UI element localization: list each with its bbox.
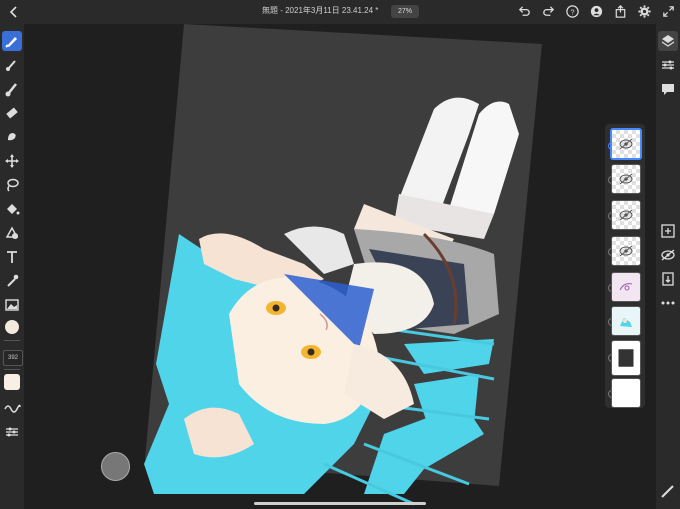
layer-thumbnail-background-white[interactable] — [611, 378, 641, 408]
brush-settings-wave-icon[interactable] — [2, 398, 22, 418]
more-options-icon[interactable] — [658, 293, 678, 313]
back-chevron-icon[interactable] — [6, 4, 22, 20]
layer-thumbnail[interactable] — [611, 164, 641, 194]
text-tool-icon[interactable] — [2, 247, 22, 267]
paint-brush-tool-icon[interactable] — [2, 31, 22, 51]
layer-thumbnail-color[interactable] — [611, 306, 641, 336]
hidden-eye-icon — [619, 245, 633, 257]
divider — [4, 340, 20, 341]
eraser-tool-icon[interactable] — [2, 103, 22, 123]
top-bar: 無題 - 2021年3月11日 23.41.24 * ⌄ 27% ? — [0, 0, 680, 24]
hidden-eye-icon — [619, 209, 633, 221]
ruler-icon[interactable] — [658, 482, 678, 502]
layer-thumbnail[interactable] — [610, 128, 642, 160]
brush-size-field[interactable]: 392 — [3, 350, 23, 366]
eyedropper-tool-icon[interactable] — [2, 271, 22, 291]
svg-text:?: ? — [570, 7, 574, 16]
account-icon[interactable] — [589, 4, 604, 19]
undo-icon[interactable] — [517, 4, 532, 19]
right-toolbar — [656, 24, 680, 509]
hidden-eye-icon — [619, 173, 633, 185]
help-icon[interactable]: ? — [565, 4, 580, 19]
hidden-eye-icon — [619, 138, 633, 150]
lasso-tool-icon[interactable] — [2, 175, 22, 195]
document-title[interactable]: 無題 - 2021年3月11日 23.41.24 * ⌄ — [262, 5, 397, 16]
zoom-level[interactable]: 27% — [391, 5, 419, 18]
divider — [4, 369, 20, 370]
hide-layer-eye-icon[interactable] — [658, 245, 678, 265]
layers-icon[interactable] — [658, 31, 678, 51]
layers-panel — [605, 124, 645, 408]
artwork-canvas[interactable] — [24, 24, 650, 509]
image-import-icon[interactable] — [2, 295, 22, 315]
layer-thumbnail-background-dark[interactable] — [611, 340, 641, 376]
add-layer-icon[interactable] — [658, 221, 678, 241]
layer-thumbnail[interactable] — [611, 200, 641, 230]
fullscreen-icon[interactable] — [661, 4, 676, 19]
fill-bucket-tool-icon[interactable] — [2, 199, 22, 219]
settings-gear-icon[interactable] — [637, 4, 652, 19]
live-brush-tool-icon[interactable] — [2, 79, 22, 99]
redo-icon[interactable] — [541, 4, 556, 19]
brush-options-icon[interactable] — [2, 422, 22, 442]
touch-shortcut-button[interactable] — [101, 452, 130, 481]
document-title-text: 無題 - 2021年3月11日 23.41.24 — [262, 6, 374, 15]
smudge-tool-icon[interactable] — [2, 127, 22, 147]
share-icon[interactable] — [613, 4, 628, 19]
merge-layer-icon[interactable] — [658, 269, 678, 289]
pixel-brush-tool-icon[interactable] — [2, 55, 22, 75]
move-tool-icon[interactable] — [2, 151, 22, 171]
layer-thumbnail[interactable] — [611, 236, 641, 266]
adjustments-sliders-icon[interactable] — [658, 55, 678, 75]
color-picker-swatch[interactable] — [5, 320, 19, 334]
modified-marker: * — [375, 6, 379, 15]
layer-thumbnail-lineart[interactable] — [611, 272, 641, 302]
comments-icon[interactable] — [658, 79, 678, 99]
canvas-area[interactable] — [24, 24, 650, 509]
shape-tool-icon[interactable] — [2, 223, 22, 243]
brush-color-swatch[interactable] — [4, 374, 20, 390]
left-toolbar: 392 — [0, 24, 24, 509]
home-indicator — [254, 502, 426, 505]
